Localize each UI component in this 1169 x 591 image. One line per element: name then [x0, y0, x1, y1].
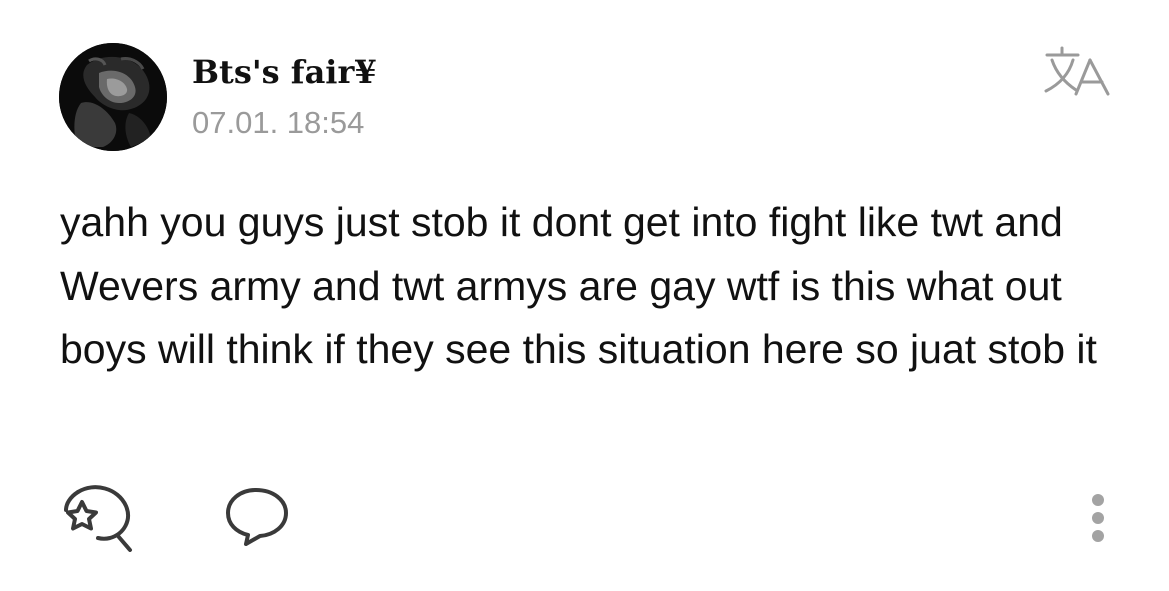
- react-button[interactable]: [60, 480, 142, 552]
- post-card: Bts's fair¥ 07.01. 18:54 yahh you guys j…: [0, 0, 1169, 591]
- more-dot: [1092, 530, 1104, 542]
- avatar-photo: [59, 43, 167, 151]
- post-body: yahh you guys just stob it dont get into…: [60, 199, 1097, 372]
- star-reaction-icon: [64, 485, 132, 552]
- more-options-button[interactable]: [1082, 490, 1114, 546]
- more-dot: [1092, 512, 1104, 524]
- avatar[interactable]: [59, 43, 167, 151]
- more-dot: [1092, 494, 1104, 506]
- translate-button[interactable]: [1042, 44, 1114, 100]
- post-timestamp: 07.01. 18:54: [192, 105, 365, 140]
- author-name[interactable]: Bts's fair¥: [192, 50, 377, 94]
- comment-button[interactable]: [222, 484, 292, 548]
- speech-bubble-icon: [226, 488, 288, 546]
- translate-icon: [1044, 46, 1110, 96]
